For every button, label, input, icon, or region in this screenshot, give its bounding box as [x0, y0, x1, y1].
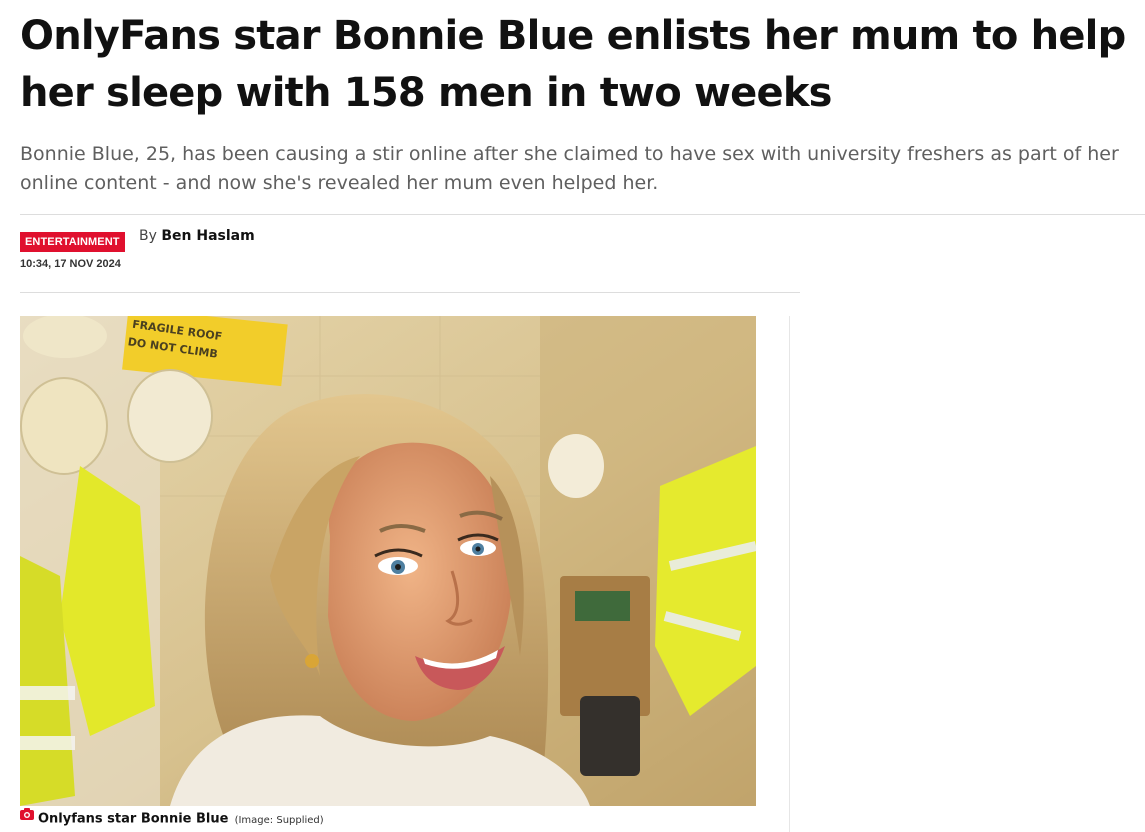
divider-meta: [20, 292, 800, 293]
standfirst: Bonnie Blue, 25, has been causing a stir…: [20, 143, 1119, 194]
byline: By Ben Haslam: [139, 228, 255, 244]
section-tag-entertainment[interactable]: ENTERTAINMENT: [20, 232, 125, 252]
publish-timestamp: 10:34, 17 NOV 2024: [20, 258, 121, 270]
photo-credit: (Image: Supplied): [234, 814, 324, 826]
article-photo[interactable]: FRAGILE ROOF DO NOT CLIMB: [20, 316, 756, 806]
headline: OnlyFans star Bonnie Blue enlists her mu…: [20, 13, 1126, 116]
divider-top: [20, 214, 1145, 215]
caption-text: Onlyfans star Bonnie Blue: [38, 811, 229, 827]
author-link[interactable]: Ben Haslam: [161, 228, 254, 244]
photo-illustration: FRAGILE ROOF DO NOT CLIMB: [20, 316, 756, 806]
byline-prefix: By: [139, 228, 157, 244]
photo-caption: Onlyfans star Bonnie Blue (Image: Suppli…: [20, 807, 324, 829]
column-divider: [789, 316, 790, 832]
camera-icon: [20, 807, 34, 827]
